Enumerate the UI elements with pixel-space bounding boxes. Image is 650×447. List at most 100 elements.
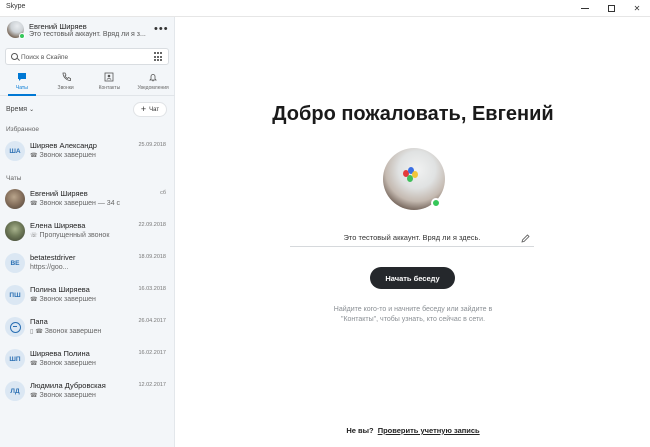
tab-contacts[interactable]: Контакты (88, 70, 132, 95)
contact-name: Евгений Ширяев (30, 189, 88, 198)
pencil-icon[interactable] (520, 231, 531, 243)
chat-status: ☎ Звонок завершен — 34 с (30, 200, 121, 207)
call-ended-icon: ☎ (30, 153, 38, 159)
bell-icon (148, 72, 159, 83)
close-icon: ✕ (633, 4, 641, 13)
chat-status: ▯ ☎ Звонок завершен (30, 328, 102, 335)
chat-item-papa[interactable]: Папа 26.04.2017 ▯ ☎ Звонок завершен (0, 312, 175, 343)
chat-status: ☎ Звонок завершен (30, 392, 96, 399)
contact-name: Ширяев Александр (30, 141, 97, 150)
tab-notifications-label: Уведомления (137, 85, 169, 91)
mood-message-text: Это тестовый аккаунт. Вряд ли я здесь. (343, 233, 481, 242)
minimize-button[interactable] (572, 0, 598, 17)
chats-section-title: Чаты (6, 175, 22, 182)
main-pane: Добро пожаловать, Евгений Это тестовый а… (176, 17, 650, 447)
check-account-link[interactable]: Проверить учетную запись (378, 426, 480, 435)
chat-date: 12.02.2017 (138, 382, 166, 388)
mobile-icon: ▯ (30, 329, 34, 335)
title-bar: Skype ✕ (0, 0, 650, 17)
contact-name: betatestdriver (30, 253, 76, 262)
call-ended-icon: ☎ (30, 393, 38, 399)
footer-question: Не вы? (346, 426, 374, 435)
profile-header[interactable]: Евгений Ширяев Это тестовый аккаунт. Вря… (0, 17, 175, 45)
window-title: Skype (6, 3, 26, 10)
nav-tabs: Чаты Звонки Контакты Уведомления (0, 70, 175, 96)
chat-status: ☎ Звонок завершен (30, 360, 96, 367)
online-status-icon (19, 33, 25, 39)
search-icon (11, 53, 18, 60)
contact-name: Полина Ширяева (30, 285, 90, 294)
new-chat-button[interactable]: + Чат (133, 102, 167, 117)
avatar: ПШ (5, 285, 25, 305)
tab-contacts-label: Контакты (98, 85, 121, 91)
contact-name: Елена Ширяева (30, 221, 86, 230)
chat-item-lyudmila-dubrovskaya[interactable]: ЛД Людмила Дубровская 12.02.2017 ☎ Звонок… (0, 376, 175, 407)
plus-icon: + (140, 104, 147, 114)
contacts-icon (104, 72, 115, 83)
chat-icon (16, 72, 27, 83)
profile-mood: Это тестовый аккаунт. Вряд ли я з... (29, 31, 146, 38)
chat-item-shiryaeva-polina[interactable]: ШП Ширяева Полина 16.02.2017 ☎ Звонок зав… (0, 344, 175, 375)
chat-item-polina-shiryaeva[interactable]: ПШ Полина Ширяева 16.03.2018 ☎ Звонок зав… (0, 280, 175, 311)
chat-item-evgeniy-shiryaev[interactable]: Евгений Ширяев сб ☎ Звонок завершен — 34 … (0, 184, 175, 215)
chat-item-elena-shiryaeva[interactable]: Елена Ширяева 22.09.2018 ☏ Пропущенный зв… (0, 216, 175, 247)
profile-name: Евгений Ширяев (29, 22, 87, 31)
favorites-section-title: Избранное (6, 126, 39, 133)
chat-date: 18.09.2018 (138, 254, 166, 260)
welcome-heading: Добро пожаловать, Евгений (272, 103, 554, 125)
missed-call-icon: ☏ (30, 233, 38, 239)
tab-notifications[interactable]: Уведомления (131, 70, 175, 95)
chat-status: https://goo... (30, 264, 69, 271)
chat-date: 22.09.2018 (138, 222, 166, 228)
start-conversation-button[interactable]: Начать беседу (370, 267, 455, 289)
call-ended-icon: ☎ (30, 201, 38, 207)
tab-chats-label: Чаты (15, 85, 28, 91)
chat-status: ☏ Пропущенный звонок (30, 232, 110, 239)
sort-label: Время (6, 106, 28, 113)
search-input[interactable] (21, 51, 151, 63)
chat-status: ☎ Звонок завершен (30, 296, 96, 303)
contact-name: Людмила Дубровская (30, 381, 106, 390)
sort-dropdown[interactable]: Время ⌄ (6, 106, 34, 113)
maximize-button[interactable] (598, 0, 624, 17)
chat-date: 26.04.2017 (138, 318, 166, 324)
maximize-icon (607, 5, 615, 12)
favorite-item-shiryaev-alexander[interactable]: ША Ширяев Александр 25.09.2018 ☎ Звонок з… (0, 136, 175, 167)
tab-calls-label: Звонки (57, 85, 74, 91)
more-options-button[interactable]: ••• (154, 23, 169, 35)
avatar (5, 189, 25, 209)
avatar: BE (5, 253, 25, 273)
dialpad-icon[interactable] (154, 52, 164, 62)
avatar: ШП (5, 349, 25, 369)
new-chat-label: Чат (149, 106, 160, 113)
avatar (5, 317, 25, 337)
avatar (5, 221, 25, 241)
call-ended-icon: ☎ (35, 329, 43, 335)
avatar: ША (5, 141, 25, 161)
search-box[interactable] (5, 48, 169, 65)
chat-status: ☎ Звонок завершен (30, 152, 96, 159)
sidebar: Евгений Ширяев Это тестовый аккаунт. Вря… (0, 17, 175, 447)
online-status-icon (431, 198, 441, 208)
contact-name: Папа (30, 317, 48, 326)
hint-text: Найдите кого-то и начните беседу или зай… (176, 305, 650, 325)
tab-chats[interactable]: Чаты (0, 70, 44, 96)
chat-date: 25.09.2018 (138, 142, 166, 148)
footer: Не вы? Проверить учетную запись (176, 426, 650, 435)
mood-message-field[interactable]: Это тестовый аккаунт. Вряд ли я здесь. (290, 228, 534, 247)
balloon-green-icon (407, 175, 413, 182)
phone-contact-icon (9, 321, 21, 333)
minimize-icon (581, 8, 589, 9)
phone-icon (60, 72, 71, 83)
chat-date: 16.02.2017 (138, 350, 166, 356)
close-button[interactable]: ✕ (624, 0, 650, 17)
chat-item-betatestdriver[interactable]: BE betatestdriver 18.09.2018 https://goo… (0, 248, 175, 279)
avatar: ЛД (5, 381, 25, 401)
hint-line-2: "Контакты", чтобы узнать, кто сейчас в с… (340, 316, 486, 323)
more-dots-icon: ••• (154, 23, 169, 35)
contact-name: Ширяева Полина (30, 349, 90, 358)
call-ended-icon: ☎ (30, 297, 38, 303)
hint-line-1: Найдите кого-то и начните беседу или зай… (333, 306, 493, 313)
tab-calls[interactable]: Звонки (44, 70, 88, 95)
chat-date: 16.03.2018 (138, 286, 166, 292)
